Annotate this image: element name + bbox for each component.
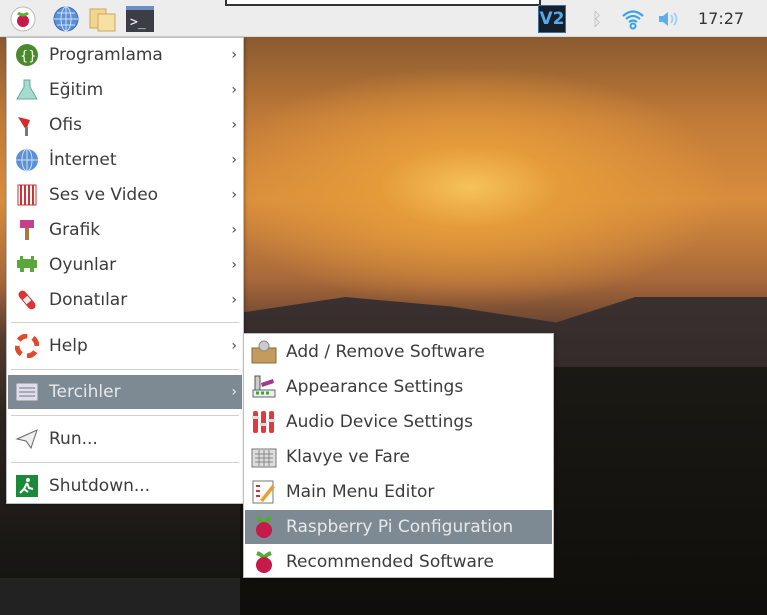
menu-item-audio-device-settings[interactable]: Audio Device Settings <box>245 405 552 439</box>
graphics-icon <box>14 217 40 243</box>
menu-item-ses-ve-video[interactable]: Ses ve Video › <box>8 178 242 212</box>
menu-item-label: Programlama <box>49 45 163 65</box>
wifi-icon[interactable] <box>619 5 647 33</box>
menu-item-label: Oyunlar <box>49 255 117 275</box>
preferences-icon <box>14 379 40 405</box>
chevron-right-icon: › <box>231 152 237 168</box>
preferences-submenu: Add / Remove Software Appearance Setting… <box>243 333 554 578</box>
menu-item-label: Grafik <box>49 220 101 240</box>
menu-item-klavye-ve-fare[interactable]: Klavye ve Fare <box>245 440 552 474</box>
file-manager-icon[interactable] <box>89 5 117 33</box>
chevron-right-icon: › <box>231 257 237 273</box>
menu-separator <box>11 415 239 416</box>
web-browser-icon[interactable] <box>52 5 80 33</box>
menu-item-donatilar[interactable]: Donatılar › <box>8 283 242 317</box>
games-icon <box>14 252 40 278</box>
shutdown-icon <box>14 473 40 499</box>
audio-mixer-icon <box>251 409 277 435</box>
chevron-right-icon: › <box>231 187 237 203</box>
chevron-right-icon: › <box>231 117 237 133</box>
volume-icon[interactable] <box>655 5 683 33</box>
terminal-icon[interactable]: >_ <box>126 5 154 33</box>
taskbar: >_ V2 ᛒ 17:27 <box>0 0 767 37</box>
window-button[interactable] <box>225 0 541 6</box>
menu-item-oyunlar[interactable]: Oyunlar › <box>8 248 242 282</box>
svg-text:>_: >_ <box>130 15 146 30</box>
help-icon <box>14 333 40 359</box>
menu-separator <box>11 322 239 323</box>
menu-item-label: Tercihler <box>49 382 121 402</box>
menu-item-label: Donatılar <box>49 290 128 310</box>
education-icon <box>14 77 40 103</box>
chevron-right-icon: › <box>231 47 237 63</box>
programming-icon: {} <box>14 42 40 68</box>
menu-item-label: Ses ve Video <box>49 185 159 205</box>
menu-item-tercihler[interactable]: Tercihler › <box>8 375 242 409</box>
svg-text:{}: {} <box>20 49 37 64</box>
menu-item-main-menu-editor[interactable]: Main Menu Editor <box>245 475 552 509</box>
bluetooth-icon[interactable]: ᛒ <box>583 5 611 33</box>
menu-item-raspberry-pi-configuration[interactable]: Raspberry Pi Configuration <box>245 510 552 544</box>
menu-item-label: Recommended Software <box>286 552 494 572</box>
menu-item-label: Run... <box>49 429 98 449</box>
menu-item-label: Main Menu Editor <box>286 482 435 502</box>
accessories-icon <box>14 287 40 313</box>
office-icon <box>14 112 40 138</box>
menu-editor-icon <box>251 479 277 505</box>
menu-item-shutdown[interactable]: Shutdown... <box>8 469 242 503</box>
menu-item-recommended-software[interactable]: Recommended Software <box>245 545 552 579</box>
chevron-right-icon: › <box>231 82 237 98</box>
menu-item-label: Ofis <box>49 115 82 135</box>
menu-item-egitim[interactable]: Eğitim › <box>8 73 242 107</box>
raspberry-menu-icon[interactable] <box>9 5 37 33</box>
chevron-right-icon: › <box>231 222 237 238</box>
menu-item-help[interactable]: Help › <box>8 329 242 363</box>
menu-item-internet[interactable]: İnternet › <box>8 143 242 177</box>
menu-item-label: İnternet <box>49 150 117 170</box>
raspberry-icon <box>251 549 277 575</box>
menu-item-label: Raspberry Pi Configuration <box>286 517 514 537</box>
menu-item-ofis[interactable]: Ofis › <box>8 108 242 142</box>
run-icon <box>14 426 40 452</box>
internet-icon <box>14 147 40 173</box>
chevron-right-icon: › <box>231 384 237 400</box>
menu-item-programlama[interactable]: {} Programlama › <box>8 38 242 72</box>
raspberry-icon <box>251 514 277 540</box>
menu-item-label: Shutdown... <box>49 476 151 496</box>
menu-item-label: Add / Remove Software <box>286 342 485 362</box>
menu-item-label: Appearance Settings <box>286 377 464 397</box>
chevron-right-icon: › <box>231 292 237 308</box>
menu-item-label: Audio Device Settings <box>286 412 473 432</box>
appearance-icon <box>251 374 277 400</box>
clock[interactable]: 17:27 <box>698 9 744 28</box>
menu-separator <box>11 462 239 463</box>
menu-item-appearance-settings[interactable]: Appearance Settings <box>245 370 552 404</box>
chevron-right-icon: › <box>231 338 237 354</box>
vnc-icon[interactable]: V2 <box>538 5 566 33</box>
sound-video-icon <box>14 182 40 208</box>
keyboard-mouse-icon <box>251 444 277 470</box>
menu-item-grafik[interactable]: Grafik › <box>8 213 242 247</box>
menu-item-add-remove-software[interactable]: Add / Remove Software <box>245 335 552 369</box>
menu-item-label: Eğitim <box>49 80 104 100</box>
menu-separator <box>11 369 239 370</box>
menu-item-label: Klavye ve Fare <box>286 447 410 467</box>
main-menu: {} Programlama › Eğitim › Ofis › İnternet › S… <box>6 37 244 504</box>
package-icon <box>251 339 277 365</box>
menu-item-label: Help <box>49 336 88 356</box>
menu-item-run[interactable]: Run... <box>8 422 242 456</box>
